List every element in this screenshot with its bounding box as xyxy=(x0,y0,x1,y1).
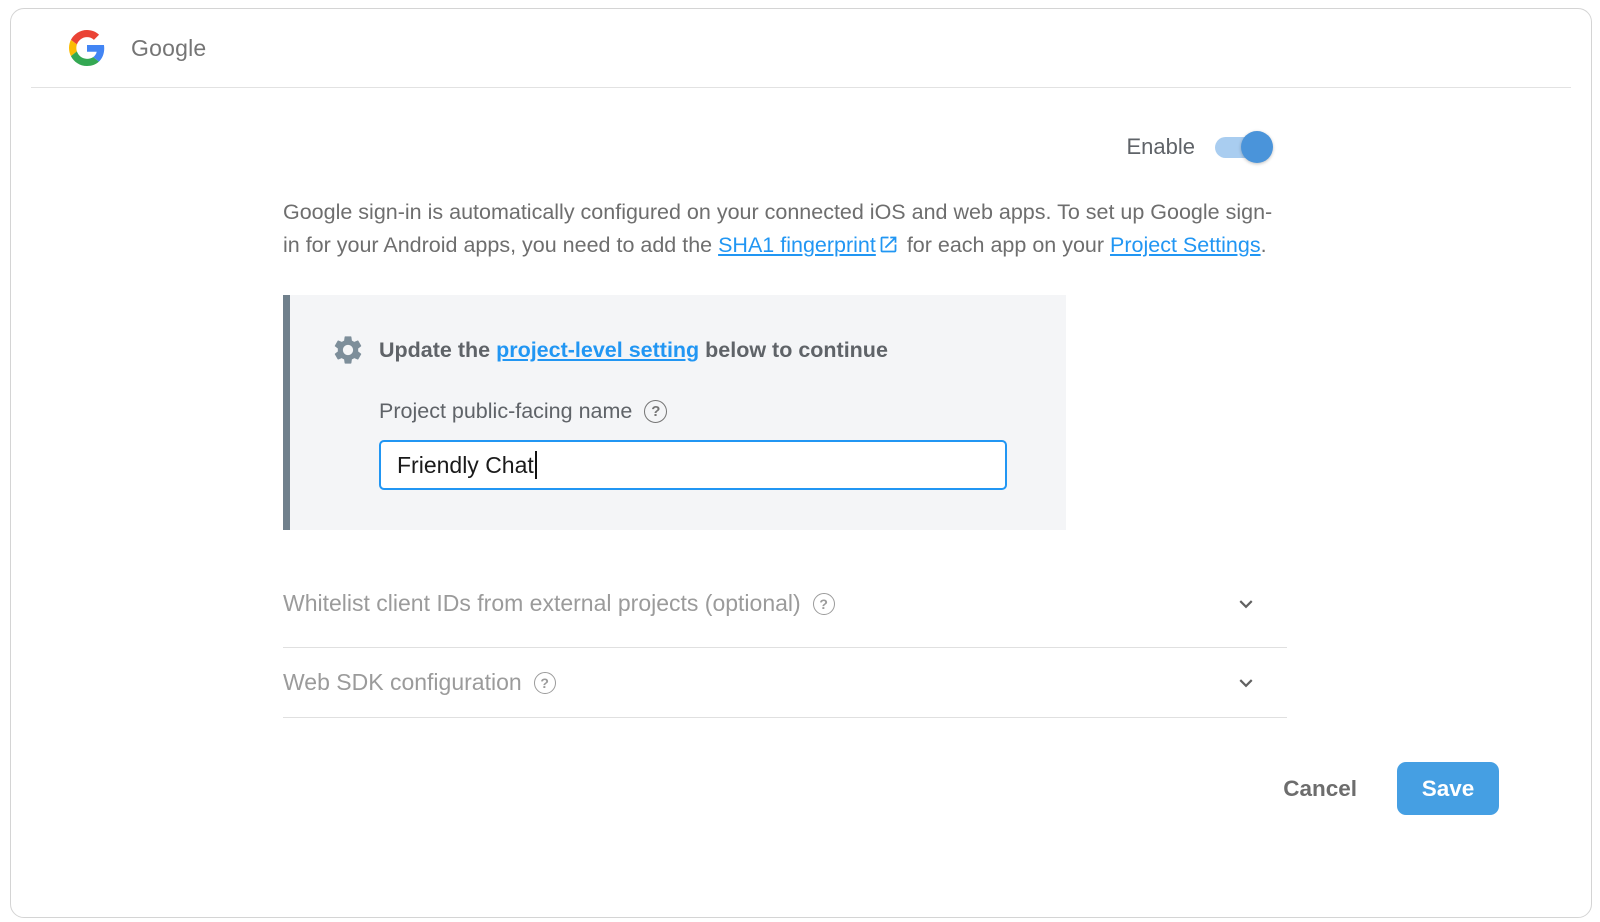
project-name-value: Friendly Chat xyxy=(397,452,534,479)
save-button[interactable]: Save xyxy=(1397,762,1499,815)
callout-body: Project public-facing name ? Friendly Ch… xyxy=(379,399,1066,490)
enable-toggle[interactable] xyxy=(1215,131,1273,163)
callout-title-row: Update the project-level setting below t… xyxy=(331,333,1066,367)
project-settings-link[interactable]: Project Settings xyxy=(1110,233,1261,257)
callout-title-text: below to continue xyxy=(699,338,888,362)
provider-header: Google xyxy=(11,9,1591,87)
header-divider xyxy=(31,87,1571,88)
project-name-input[interactable]: Friendly Chat xyxy=(379,440,1007,490)
provider-description: Google sign-in is automatically configur… xyxy=(283,196,1287,262)
sha1-fingerprint-link[interactable]: SHA1 fingerprint xyxy=(718,233,876,257)
cancel-button[interactable]: Cancel xyxy=(1283,776,1357,802)
section-label: Web SDK configuration xyxy=(283,669,522,696)
provider-title: Google xyxy=(131,35,206,62)
help-icon[interactable]: ? xyxy=(534,672,556,694)
open-in-new-icon[interactable] xyxy=(878,232,899,253)
help-icon[interactable]: ? xyxy=(644,400,667,423)
collapsible-sections: Whitelist client IDs from external proje… xyxy=(283,560,1287,718)
callout-title-text: Update the xyxy=(379,338,496,362)
enable-label: Enable xyxy=(1126,134,1195,160)
help-icon[interactable]: ? xyxy=(813,593,835,615)
chevron-down-icon[interactable] xyxy=(1233,591,1259,617)
google-signin-provider-card: Google Enable Google sign-in is automati… xyxy=(10,8,1592,918)
enable-row: Enable xyxy=(283,130,1287,164)
section-whitelist-client-ids[interactable]: Whitelist client IDs from external proje… xyxy=(283,560,1287,648)
toggle-knob xyxy=(1241,131,1273,163)
gear-icon xyxy=(331,333,365,367)
project-setting-callout: Update the project-level setting below t… xyxy=(283,295,1066,530)
chevron-down-icon[interactable] xyxy=(1233,670,1259,696)
description-text: for each app on your xyxy=(901,233,1110,257)
project-name-label: Project public-facing name xyxy=(379,399,632,424)
section-label: Whitelist client IDs from external proje… xyxy=(283,590,801,617)
callout-title: Update the project-level setting below t… xyxy=(379,338,888,363)
description-text: . xyxy=(1261,233,1267,257)
text-caret xyxy=(535,451,537,479)
project-level-setting-link[interactable]: project-level setting xyxy=(496,338,699,362)
section-web-sdk-configuration[interactable]: Web SDK configuration ? xyxy=(283,648,1287,718)
google-logo-icon xyxy=(69,30,105,66)
dialog-footer: Cancel Save xyxy=(11,762,1591,815)
